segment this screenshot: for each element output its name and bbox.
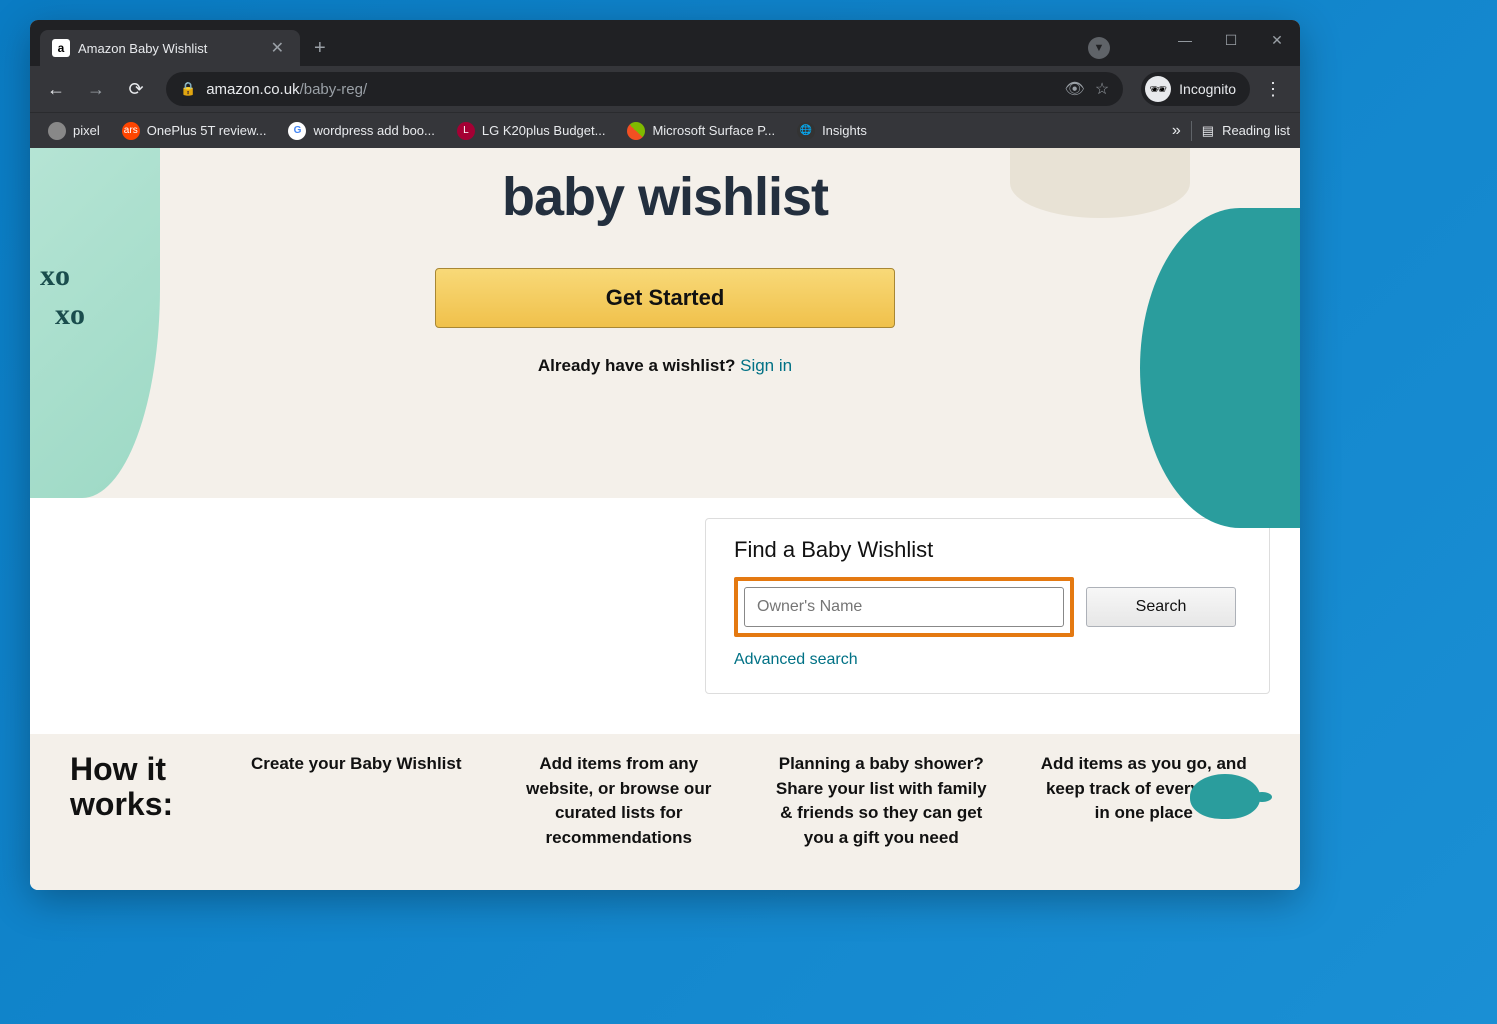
bookmark-label: pixel [73, 123, 100, 138]
bookmark-wordpress[interactable]: G wordpress add boo... [280, 118, 442, 144]
how-col-2: Add items from any website, or browse ou… [503, 752, 736, 851]
advanced-search-link[interactable]: Advanced search [706, 637, 1269, 669]
bookmark-label: Insights [822, 123, 867, 138]
ars-icon: ars [122, 122, 140, 140]
reading-list-label: Reading list [1222, 123, 1290, 138]
find-title: Find a Baby Wishlist [706, 519, 1269, 577]
maximize-button[interactable]: ☐ [1208, 20, 1254, 60]
globe-icon: 🌐 [797, 122, 815, 140]
bookmarks-overflow-button[interactable]: » [1172, 122, 1181, 140]
close-icon[interactable]: ✕ [267, 36, 288, 60]
find-section: Find a Baby Wishlist Search Advanced sea… [30, 498, 1300, 734]
decor-right [1140, 208, 1300, 528]
incognito-label: Incognito [1179, 81, 1236, 97]
reading-list-button[interactable]: ▤ Reading list [1202, 123, 1290, 139]
bookmark-lg[interactable]: L LG K20plus Budget... [449, 118, 614, 144]
close-button[interactable]: ✕ [1254, 20, 1300, 60]
chevron-down-icon[interactable]: ▼ [1088, 37, 1110, 59]
hero-section: xo xo baby wishlist Get Started Already … [30, 148, 1300, 498]
toolbar: ← → ⟳ 🔒 amazon.co.uk/baby-reg/ 👁 ☆ 🕶 Inc… [30, 66, 1300, 112]
find-card: Find a Baby Wishlist Search Advanced sea… [705, 518, 1270, 694]
minimize-button[interactable]: — [1162, 20, 1208, 60]
incognito-badge[interactable]: 🕶 Incognito [1141, 72, 1250, 106]
bookmark-label: wordpress add boo... [313, 123, 434, 138]
signin-link[interactable]: Sign in [740, 356, 792, 375]
get-started-button[interactable]: Get Started [435, 268, 895, 328]
forward-button[interactable]: → [78, 71, 114, 107]
bookmarks-bar: pixel ars OnePlus 5T review... G wordpre… [30, 112, 1300, 148]
reload-button[interactable]: ⟳ [118, 71, 154, 107]
bookmark-insights[interactable]: 🌐 Insights [789, 118, 875, 144]
google-icon: G [288, 122, 306, 140]
menu-button[interactable]: ⋮ [1254, 79, 1292, 100]
how-title: How it works: [70, 752, 210, 822]
bookmark-label: Microsoft Surface P... [652, 123, 775, 138]
list-icon: ▤ [1202, 123, 1214, 139]
how-col-1: Create your Baby Wishlist [240, 752, 473, 777]
how-col-3: Planning a baby shower? Share your list … [765, 752, 998, 851]
back-button[interactable]: ← [38, 71, 74, 107]
how-it-works-section: How it works: Create your Baby Wishlist … [30, 734, 1300, 890]
lg-icon: L [457, 122, 475, 140]
bookmark-label: OnePlus 5T review... [147, 123, 267, 138]
page-content[interactable]: xo xo baby wishlist Get Started Already … [30, 148, 1300, 890]
search-button[interactable]: Search [1086, 587, 1236, 627]
eye-off-icon[interactable]: 👁 [1065, 79, 1085, 99]
signin-text: Already have a wishlist? [538, 356, 740, 375]
seal-icon [1190, 774, 1260, 819]
favicon: a [52, 39, 70, 57]
lock-icon: 🔒 [180, 81, 196, 97]
bookmark-microsoft[interactable]: Microsoft Surface P... [619, 118, 783, 144]
xo-text: xo xo [40, 256, 85, 334]
star-icon[interactable]: ☆ [1095, 79, 1109, 99]
bookmark-label: LG K20plus Budget... [482, 123, 606, 138]
new-tab-button[interactable]: + [314, 37, 326, 60]
owner-highlight [734, 577, 1074, 637]
titlebar: a Amazon Baby Wishlist ✕ + ▼ — ☐ ✕ [30, 20, 1300, 66]
apple-icon [48, 122, 66, 140]
bookmark-pixel[interactable]: pixel [40, 118, 108, 144]
microsoft-icon [627, 122, 645, 140]
incognito-icon: 🕶 [1145, 76, 1171, 102]
address-bar[interactable]: 🔒 amazon.co.uk/baby-reg/ 👁 ☆ [166, 72, 1123, 106]
separator [1191, 121, 1192, 141]
page-title: baby wishlist [502, 166, 828, 228]
signin-line: Already have a wishlist? Sign in [538, 356, 792, 376]
decor-top [1010, 148, 1190, 218]
browser-window: a Amazon Baby Wishlist ✕ + ▼ — ☐ ✕ ← → ⟳… [30, 20, 1300, 890]
owner-name-input[interactable] [744, 587, 1064, 627]
tab-title: Amazon Baby Wishlist [78, 41, 259, 56]
bookmark-oneplus[interactable]: ars OnePlus 5T review... [114, 118, 275, 144]
url-text: amazon.co.uk/baby-reg/ [206, 81, 1054, 98]
browser-tab[interactable]: a Amazon Baby Wishlist ✕ [40, 30, 300, 66]
